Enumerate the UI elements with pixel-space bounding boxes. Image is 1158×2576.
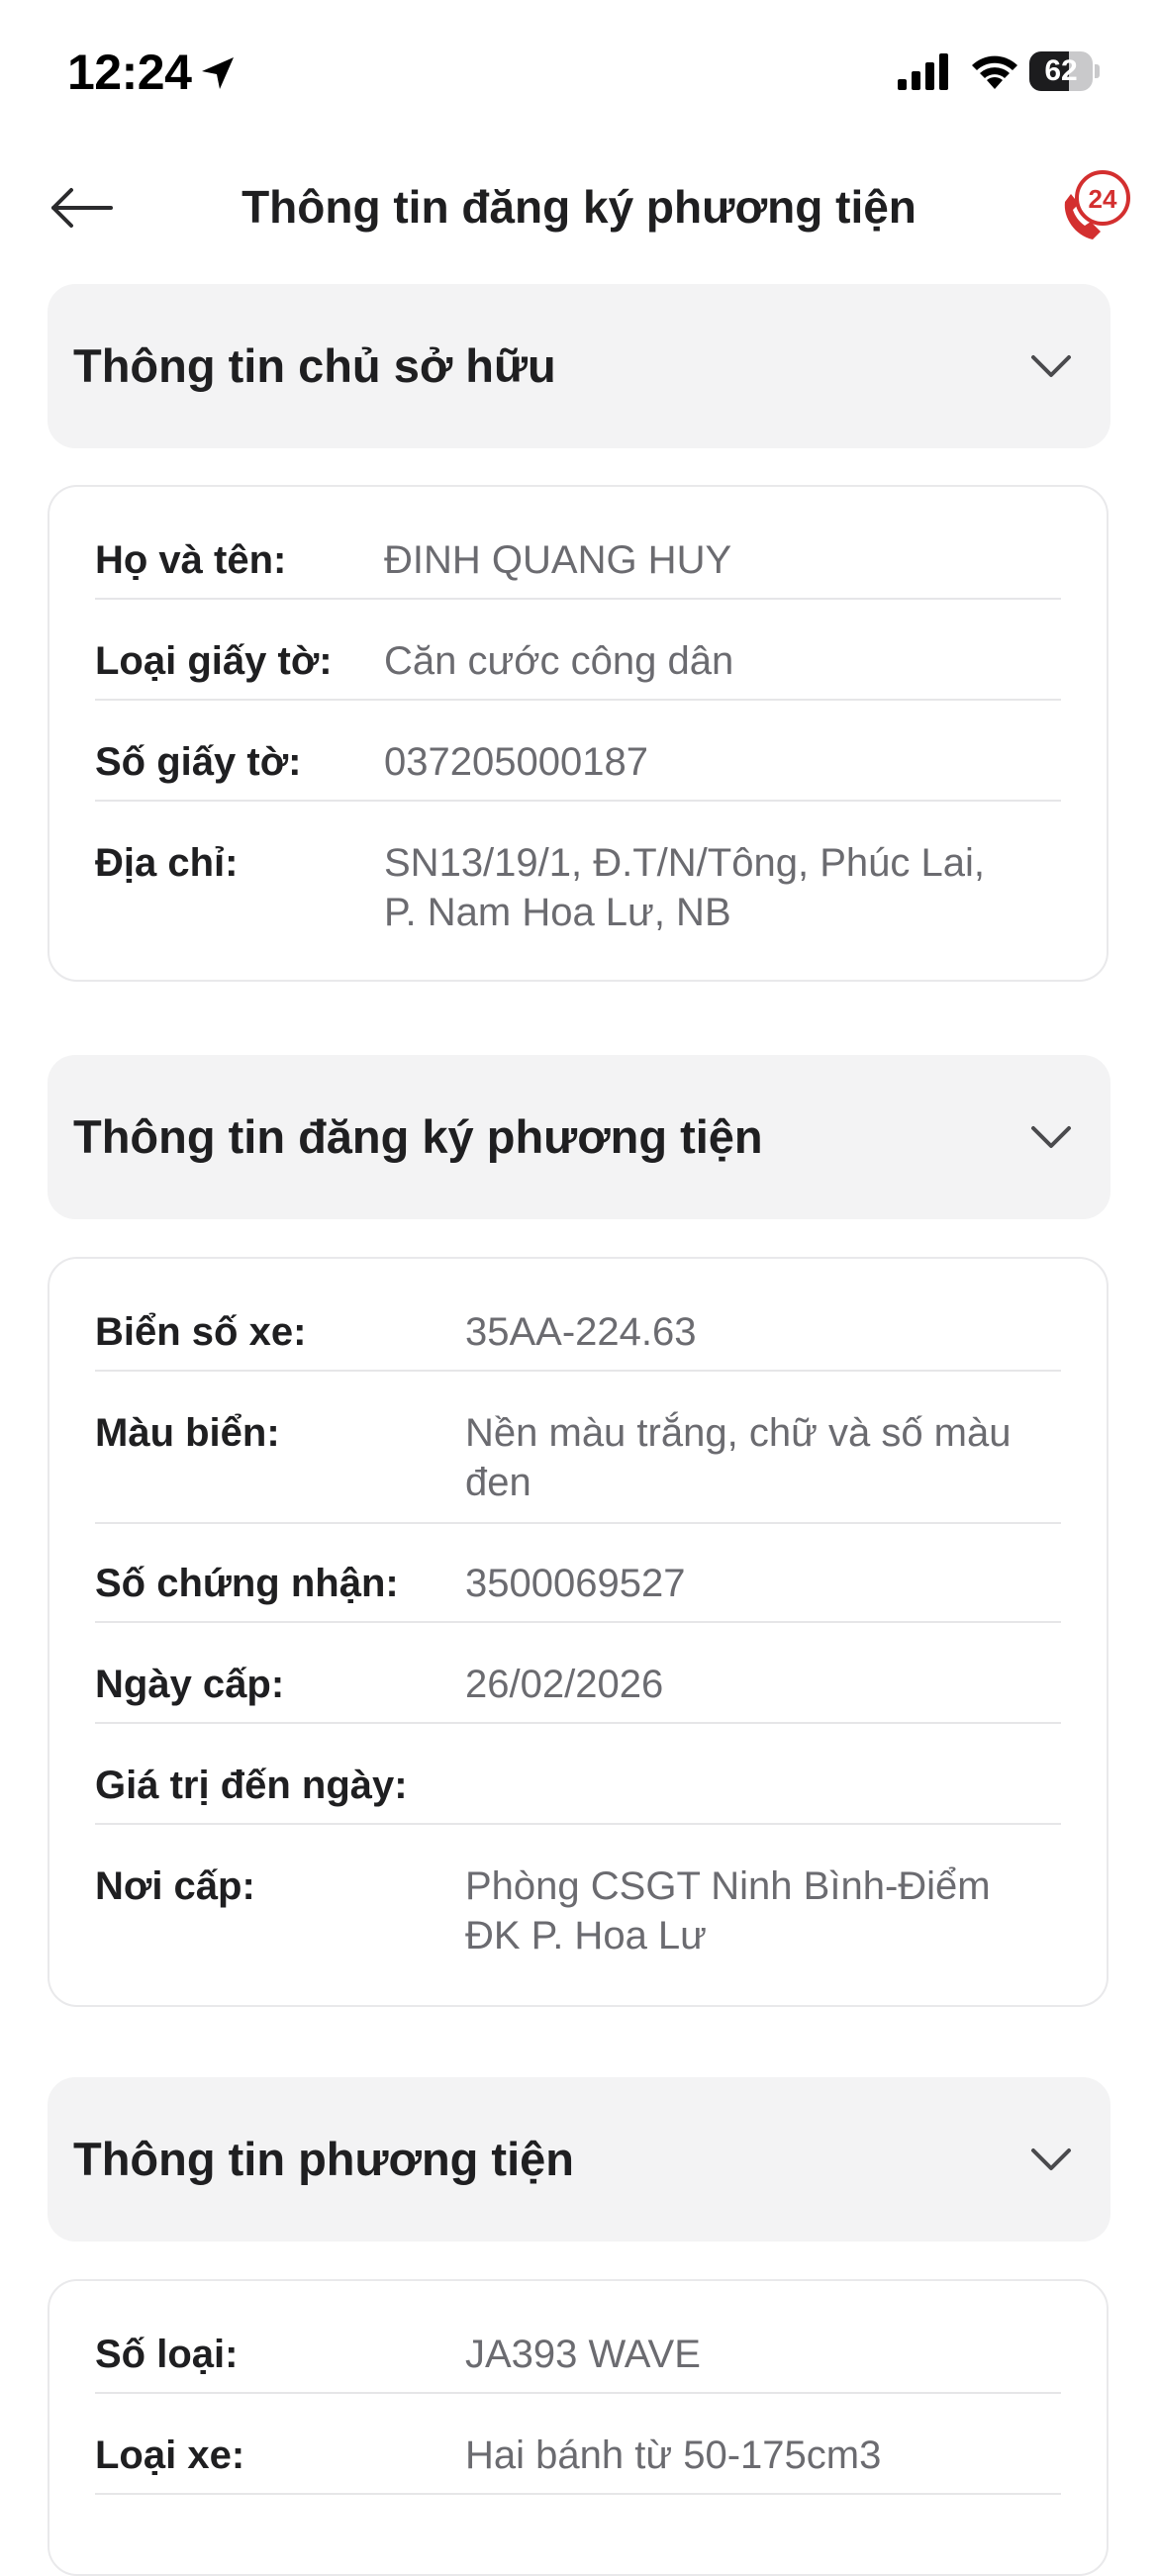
section-title: Thông tin phương tiện: [73, 2133, 574, 2185]
info-row: Họ và tên: ĐINH QUANG HUY: [95, 534, 1061, 600]
wifi-icon: [972, 55, 1017, 89]
info-row: Màu biển: Nền màu trắng, chữ và số màu đ…: [95, 1407, 1061, 1524]
section-header-vehicle[interactable]: Thông tin phương tiện: [48, 2077, 1110, 2242]
section-header-owner[interactable]: Thông tin chủ sở hữu: [48, 284, 1110, 448]
row-label: Loại giấy tờ:: [95, 639, 333, 683]
location-arrow-icon: [202, 57, 234, 89]
chevron-down-icon: [1031, 355, 1071, 377]
row-value: ĐINH QUANG HUY: [384, 538, 732, 582]
info-row: Địa chỉ: SN13/19/1, Đ.T/N/Tông, Phúc Lai…: [95, 837, 1061, 946]
owner-info-card: Họ và tên: ĐINH QUANG HUY Loại giấy tờ: …: [48, 485, 1109, 982]
section-title: Thông tin đăng ký phương tiện: [73, 1110, 763, 1163]
row-value: SN13/19/1, Đ.T/N/Tông, Phúc Lai,: [384, 841, 985, 885]
info-row: Số loại: JA393 WAVE: [95, 2329, 1061, 2394]
back-button[interactable]: [48, 176, 117, 239]
row-value: Hai bánh từ 50-175cm3: [465, 2433, 882, 2477]
phone-24-icon[interactable]: 24: [1057, 166, 1136, 245]
battery-level: 62: [1044, 54, 1078, 87]
row-value: 3500069527: [465, 1562, 686, 1605]
info-row: Số chứng nhận: 3500069527: [95, 1558, 1061, 1623]
vehicle-info-card: Số loại: JA393 WAVE Loại xe: Hai bánh từ…: [48, 2279, 1109, 2576]
row-label: Nơi cấp:: [95, 1864, 255, 1908]
section-title: Thông tin chủ sở hữu: [73, 339, 556, 392]
row-label: Họ và tên:: [95, 538, 287, 582]
row-value: JA393 WAVE: [465, 2333, 701, 2376]
status-time: 12:24: [67, 45, 192, 100]
row-value: 037205000187: [384, 740, 648, 784]
page-title: Thông tin đăng ký phương tiện: [241, 181, 917, 233]
info-row: Loại giấy tờ: Căn cước công dân: [95, 635, 1061, 701]
row-label: Màu biển:: [95, 1411, 280, 1455]
nav-header: Thông tin đăng ký phương tiện 24: [0, 148, 1158, 267]
section-header-registration[interactable]: Thông tin đăng ký phương tiện: [48, 1055, 1110, 1219]
battery-icon: 62: [1029, 51, 1101, 91]
info-row: Ngày cấp: 26/02/2026: [95, 1659, 1061, 1724]
status-bar: 12:24 62: [0, 0, 1158, 148]
info-row: Loại xe: Hai bánh từ 50-175cm3: [95, 2430, 1061, 2495]
info-row: Biển số xe: 35AA-224.63: [95, 1306, 1061, 1372]
info-row: Nơi cấp: Phòng CSGT Ninh Bình-Điểm ĐK P.…: [95, 1860, 1061, 1969]
row-value: 35AA-224.63: [465, 1310, 697, 1354]
chevron-down-icon: [1031, 2148, 1071, 2170]
row-label: Số chứng nhận:: [95, 1562, 399, 1605]
row-label: Biển số xe:: [95, 1310, 307, 1354]
row-value-line2: đen: [465, 1461, 531, 1504]
row-value: Nền màu trắng, chữ và số màu: [465, 1411, 1012, 1455]
row-label: Địa chỉ:: [95, 841, 239, 885]
info-row: Số giấy tờ: 037205000187: [95, 736, 1061, 802]
row-label: Số giấy tờ:: [95, 740, 302, 784]
row-value: 26/02/2026: [465, 1663, 664, 1706]
row-value-line2: P. Nam Hoa Lư, NB: [384, 891, 731, 934]
row-label: Số loại:: [95, 2333, 239, 2376]
row-value: Phòng CSGT Ninh Bình-Điểm: [465, 1864, 991, 1908]
info-row: Giá trị đến ngày:: [95, 1760, 1061, 1825]
row-label: Loại xe:: [95, 2433, 245, 2477]
row-value: Căn cước công dân: [384, 639, 734, 683]
registration-info-card: Biển số xe: 35AA-224.63 Màu biển: Nền mà…: [48, 1257, 1109, 2007]
cellular-signal-icon: [898, 53, 948, 90]
support-badge: 24: [1089, 184, 1117, 214]
row-label: Giá trị đến ngày:: [95, 1764, 408, 1807]
chevron-down-icon: [1031, 1126, 1071, 1148]
row-value-line2: ĐK P. Hoa Lư: [465, 1914, 707, 1957]
row-label: Ngày cấp:: [95, 1663, 285, 1706]
